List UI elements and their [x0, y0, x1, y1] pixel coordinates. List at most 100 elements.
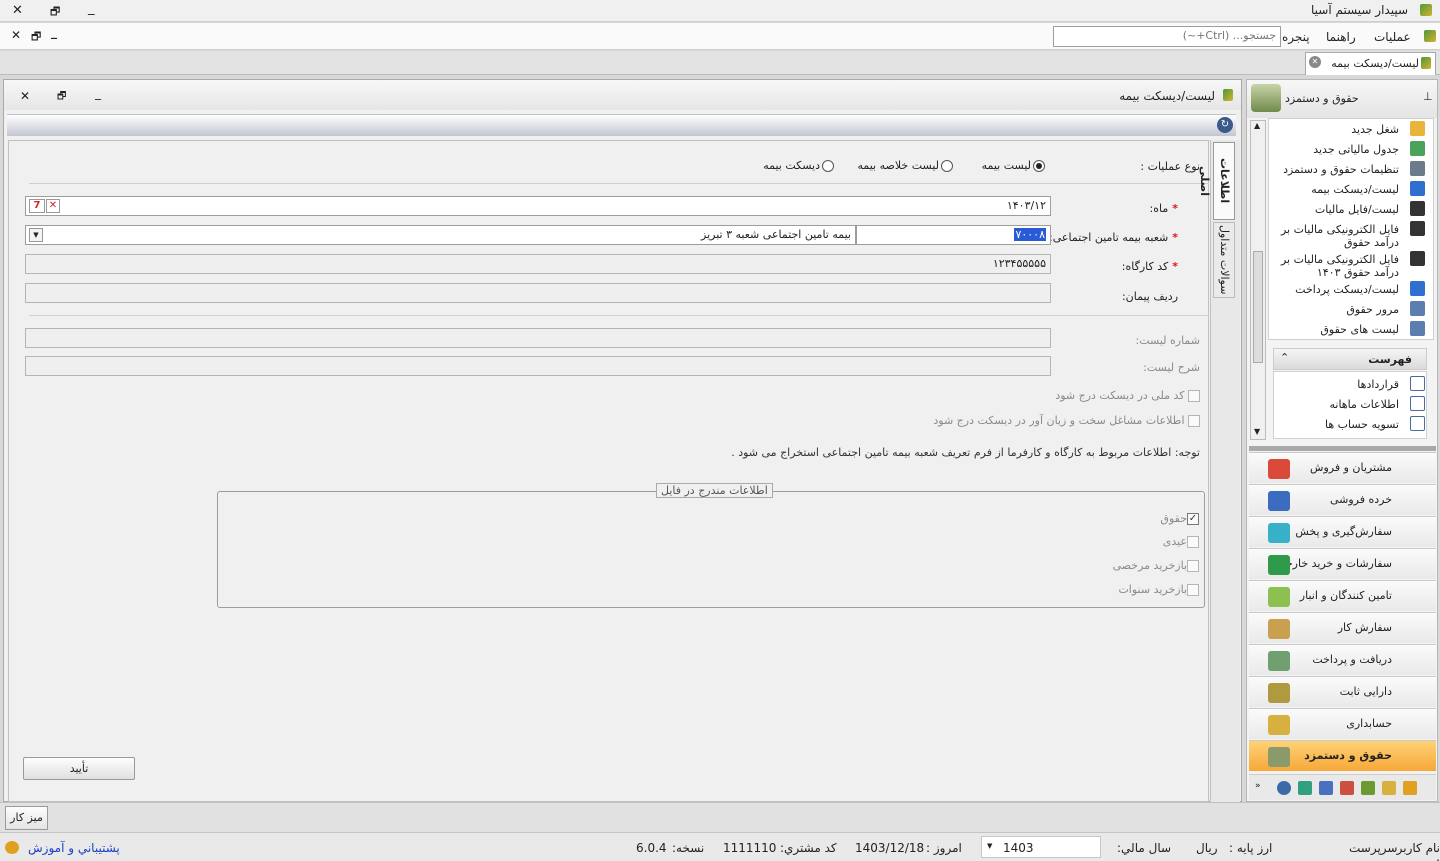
scroll-up-icon[interactable]: ▲	[1254, 121, 1260, 130]
national-code-checkbox[interactable]: کد ملی در دیسکت درج شود	[1055, 389, 1200, 402]
support-icon[interactable]	[5, 841, 19, 854]
overflow-icon[interactable]: »	[1255, 781, 1261, 791]
globe-mini-icon[interactable]	[1277, 781, 1291, 795]
module-button[interactable]: سفارش کار	[1249, 612, 1436, 643]
chevron-down-icon[interactable]: ▼	[987, 842, 992, 850]
radio-dot[interactable]	[941, 160, 953, 172]
list-number-input[interactable]	[25, 328, 1051, 348]
window-restore-icon[interactable]: 🗗	[57, 89, 66, 106]
branch-code-input[interactable]: ۷۰۰۰۸	[856, 225, 1051, 245]
hard-jobs-checkbox[interactable]: اطلاعات مشاغل سخت و زیان آور در دیسکت در…	[933, 414, 1200, 427]
tab-list-insurance[interactable]: لیست/دیسکت بیمه	[1305, 52, 1436, 75]
menu-operations[interactable]: عملیات	[1374, 30, 1411, 44]
chevron-down-icon[interactable]: ▼	[29, 228, 43, 242]
sidebar-scrollbar[interactable]: ▲ ▼	[1250, 120, 1266, 440]
sidebar-item-icon	[1410, 221, 1425, 236]
sidebar-item[interactable]: قراردادها	[1275, 376, 1425, 394]
salary-checkbox[interactable]: ✓حقوق	[1160, 512, 1199, 525]
module-button[interactable]: سفارشات و خرید خارجی	[1249, 548, 1436, 579]
fiscal-year-select[interactable]: ▼ 1403	[981, 836, 1101, 858]
refresh-icon[interactable]: ↻	[1217, 117, 1233, 133]
module-button[interactable]: دریافت و پرداخت	[1249, 644, 1436, 675]
checkbox-box[interactable]	[1188, 390, 1200, 402]
month-input[interactable]: ۱۴۰۳/۱۲	[25, 196, 1051, 216]
checkbox-box[interactable]	[1187, 560, 1199, 572]
module-button[interactable]: مشتریان و فروش	[1249, 452, 1436, 483]
divider	[29, 315, 1209, 316]
checkbox-box[interactable]	[1187, 584, 1199, 596]
scroll-thumb[interactable]	[1253, 251, 1263, 363]
radio-dot[interactable]	[822, 160, 834, 172]
sidebar-tree: شغل جدید جدول مالیاتی جدید تنظیمات حقوق و …	[1275, 118, 1425, 338]
tab-close-icon[interactable]: ✕	[1309, 56, 1321, 68]
sidebar-item[interactable]: فایل الکترونیکی مالیات بر درآمد حقوق	[1275, 221, 1425, 249]
section-header[interactable]: فهرست ⌃	[1273, 348, 1427, 370]
checkbox-box[interactable]	[1187, 536, 1199, 548]
sidebar-item[interactable]: فایل الکترونیکی مالیات بر درآمد حقوق ۱۴۰…	[1275, 251, 1425, 279]
module-button[interactable]: حقوق و دستمزد	[1249, 740, 1436, 771]
mdi-restore-icon[interactable]: 🗗	[31, 28, 41, 47]
sidebar-item[interactable]: لیست های حقوق	[1275, 321, 1425, 339]
module-button[interactable]: دارایی ثابت	[1249, 676, 1436, 707]
list-description-input[interactable]	[25, 356, 1051, 376]
sidebar-item[interactable]: تسویه حساب ها	[1275, 416, 1425, 434]
tab-faq[interactable]: سوالات متداول	[1213, 222, 1235, 298]
close-window-icon[interactable]: ✕	[12, 3, 23, 18]
sidebar-item[interactable]: لیست/فایل مالیات	[1275, 201, 1425, 219]
sidebar-item[interactable]: مرور حقوق	[1275, 301, 1425, 319]
radio-insurance-list[interactable]: لیست بیمه	[982, 159, 1045, 172]
sidebar-item[interactable]: تنظیمات حقوق و دستمزد	[1275, 161, 1425, 179]
branch-name-select[interactable]: بیمه تامین اجتماعی شعبه ۳ تبریز	[25, 225, 856, 245]
list-icon	[1410, 396, 1425, 411]
module-label: خرده فروشی	[1329, 493, 1392, 506]
toolbar-band: ↻	[7, 114, 1236, 136]
menu-help[interactable]: راهنما	[1326, 30, 1356, 44]
checkbox-box[interactable]	[1188, 415, 1200, 427]
calendar-icon[interactable]: 7	[29, 199, 45, 213]
sidebar-item[interactable]: جدول مالیاتی جدید	[1275, 141, 1425, 159]
mdi-close-icon[interactable]: ✕	[11, 28, 21, 42]
menu-window[interactable]: پنجره	[1282, 30, 1310, 44]
radio-insurance-disk[interactable]: دیسکت بیمه	[763, 159, 834, 172]
radio-dot[interactable]	[1033, 160, 1045, 172]
sidebar-item[interactable]: لیست/دیسکت بیمه	[1275, 181, 1425, 199]
sidebar-item-icon	[1410, 301, 1425, 316]
payroll-mini-icon[interactable]	[1403, 781, 1417, 795]
window-close-icon[interactable]: ✕	[20, 89, 30, 103]
work-order-mini-icon[interactable]	[1319, 781, 1333, 795]
search-input[interactable]: جستجو... (Ctrl+~)	[1053, 26, 1281, 47]
sidebar-item[interactable]: شغل جدید	[1275, 121, 1425, 139]
contract-row-input[interactable]	[25, 283, 1051, 303]
workshop-code-input[interactable]: ۱۲۳۴۵۵۵۵۵	[25, 254, 1051, 274]
module-button[interactable]: تامین کنندگان و انبار	[1249, 580, 1436, 611]
today-value: 1403/12/18	[855, 841, 925, 855]
sidebar-item-icon	[1410, 251, 1425, 266]
tab-main-info[interactable]: اطلاعات اصلی	[1198, 142, 1235, 220]
eidi-checkbox[interactable]: عیدی	[1163, 535, 1199, 548]
desktop-button[interactable]: میز کار	[5, 806, 48, 830]
sidebar-item[interactable]: اطلاعات ماهانه	[1275, 396, 1425, 414]
years-buyback-checkbox[interactable]: بازخرید سنوات	[1118, 583, 1199, 596]
clear-icon[interactable]: ✕	[46, 199, 60, 213]
window-minimize-icon[interactable]: _	[95, 86, 101, 100]
checkbox-box[interactable]: ✓	[1187, 513, 1199, 525]
mdi-minimize-icon[interactable]: _	[51, 25, 57, 39]
leave-buyback-checkbox[interactable]: بازخرید مرخصی	[1113, 559, 1199, 572]
sidebar-item-label: تنظیمات حقوق و دستمزد	[1283, 163, 1399, 176]
pin-icon[interactable]: ⊥	[1423, 90, 1433, 103]
receipts-mini-icon[interactable]	[1340, 781, 1354, 795]
module-button[interactable]: سفارش‌گیری و پخش	[1249, 516, 1436, 547]
restore-window-icon[interactable]: 🗗	[50, 3, 60, 22]
collapse-icon[interactable]: ⌃	[1280, 351, 1289, 364]
sidebar-item[interactable]: لیست/دیسکت پرداخت	[1275, 281, 1425, 299]
module-button[interactable]: خرده فروشی	[1249, 484, 1436, 515]
accounting-mini-icon[interactable]	[1382, 781, 1396, 795]
confirm-button[interactable]: تأیید	[23, 757, 135, 780]
minimize-window-icon[interactable]: _	[88, 1, 95, 16]
scroll-down-icon[interactable]: ▼	[1254, 427, 1260, 436]
assets-mini-icon[interactable]	[1361, 781, 1375, 795]
support-link[interactable]: پشتيباني و آموزش	[28, 841, 120, 855]
module-button[interactable]: حسابداری	[1249, 708, 1436, 739]
supplier-mini-icon[interactable]	[1298, 781, 1312, 795]
radio-summary-list[interactable]: لیست خلاصه بیمه	[857, 159, 953, 172]
